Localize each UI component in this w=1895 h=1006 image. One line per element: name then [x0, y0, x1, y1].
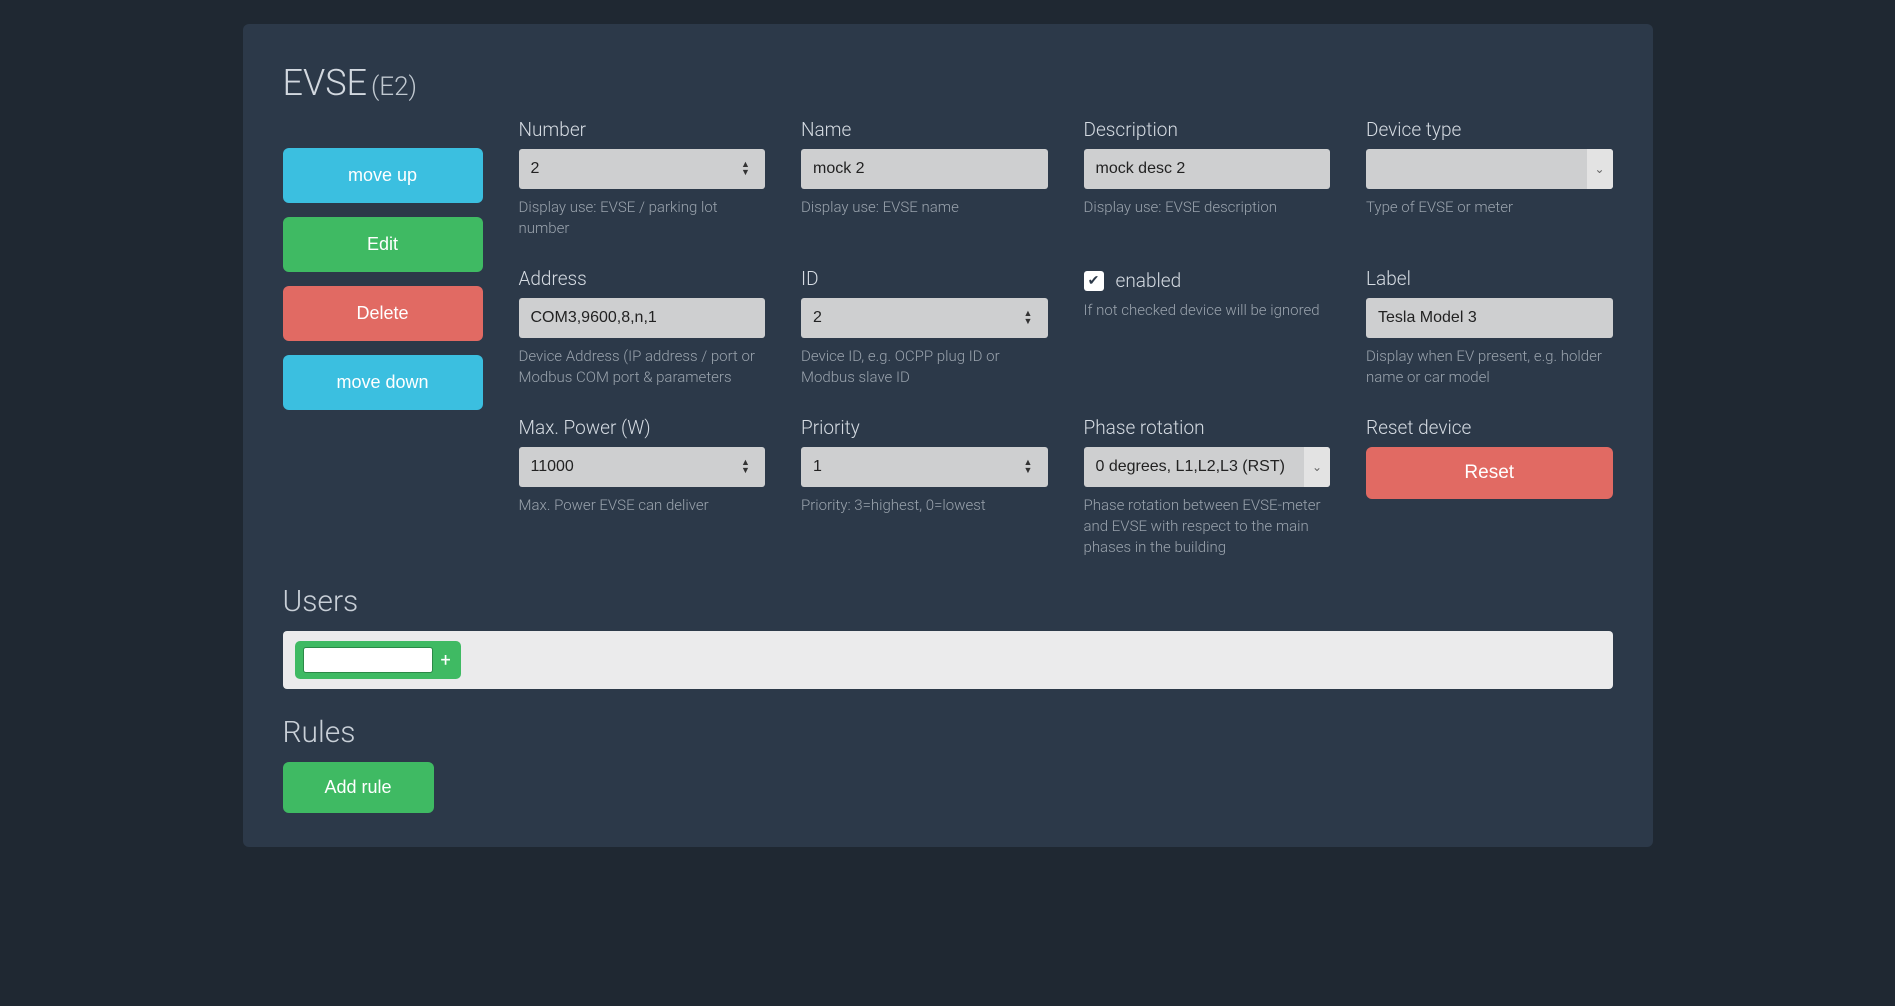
evse-config-card: EVSE (E2) move up Edit Delete move down …	[243, 24, 1653, 847]
side-action-column: move up Edit Delete move down	[283, 118, 483, 558]
enabled-label: enabled	[1116, 269, 1182, 292]
description-help: Display use: EVSE description	[1084, 197, 1331, 218]
number-help: Display use: EVSE / parking lot number	[519, 197, 766, 239]
field-name: Name Display use: EVSE name	[801, 118, 1048, 239]
add-user-chip: +	[295, 641, 461, 679]
reset-label: Reset device	[1366, 416, 1613, 439]
field-label: Label Display when EV present, e.g. hold…	[1366, 267, 1613, 388]
users-heading: Users	[283, 584, 1613, 619]
priority-input[interactable]	[801, 447, 1048, 487]
label-f-help: Display when EV present, e.g. holder nam…	[1366, 346, 1613, 388]
phase-rotation-select[interactable]	[1084, 447, 1331, 487]
address-label: Address	[519, 267, 766, 290]
device-type-label: Device type	[1366, 118, 1613, 141]
address-help: Device Address (IP address / port or Mod…	[519, 346, 766, 388]
reset-button[interactable]: Reset	[1366, 447, 1613, 499]
field-id: ID ▲▼ Device ID, e.g. OCPP plug ID or Mo…	[801, 267, 1048, 388]
number-label: Number	[519, 118, 766, 141]
phase-help: Phase rotation between EVSE-meter and EV…	[1084, 495, 1331, 558]
field-reset-device: Reset device Reset	[1366, 416, 1613, 558]
users-bar: +	[283, 631, 1613, 689]
rules-heading: Rules	[283, 715, 1613, 750]
max-power-help: Max. Power EVSE can deliver	[519, 495, 766, 516]
field-enabled: ✔ enabled If not checked device will be …	[1084, 267, 1331, 388]
field-phase-rotation: Phase rotation ⌄ Phase rotation between …	[1084, 416, 1331, 558]
field-priority: Priority ▲▼ Priority: 3=highest, 0=lowes…	[801, 416, 1048, 558]
max-power-label: Max. Power (W)	[519, 416, 766, 439]
max-power-input[interactable]	[519, 447, 766, 487]
add-rule-button[interactable]: Add rule	[283, 762, 434, 813]
id-help: Device ID, e.g. OCPP plug ID or Modbus s…	[801, 346, 1048, 388]
device-type-help: Type of EVSE or meter	[1366, 197, 1613, 218]
name-label: Name	[801, 118, 1048, 141]
field-device-type: Device type ⌄ Type of EVSE or meter	[1366, 118, 1613, 239]
field-max-power: Max. Power (W) ▲▼ Max. Power EVSE can de…	[519, 416, 766, 558]
label-input[interactable]	[1366, 298, 1613, 338]
check-icon: ✔	[1088, 273, 1100, 289]
description-label: Description	[1084, 118, 1331, 141]
page-title: EVSE (E2)	[283, 62, 1613, 104]
id-input[interactable]	[801, 298, 1048, 338]
enabled-checkbox[interactable]: ✔	[1084, 271, 1104, 291]
add-user-input[interactable]	[303, 647, 433, 673]
address-input[interactable]	[519, 298, 766, 338]
edit-button[interactable]: Edit	[283, 217, 483, 272]
field-description: Description Display use: EVSE descriptio…	[1084, 118, 1331, 239]
plus-icon[interactable]: +	[439, 650, 453, 671]
move-up-button[interactable]: move up	[283, 148, 483, 203]
enabled-help: If not checked device will be ignored	[1084, 300, 1331, 321]
priority-label: Priority	[801, 416, 1048, 439]
move-down-button[interactable]: move down	[283, 355, 483, 410]
fields-grid: Number ▲▼ Display use: EVSE / parking lo…	[519, 118, 1613, 558]
phase-label: Phase rotation	[1084, 416, 1331, 439]
name-input[interactable]	[801, 149, 1048, 189]
title-main: EVSE	[283, 62, 368, 104]
title-sub: (E2)	[371, 72, 417, 102]
description-input[interactable]	[1084, 149, 1331, 189]
name-help: Display use: EVSE name	[801, 197, 1048, 218]
label-f-label: Label	[1366, 267, 1613, 290]
device-type-select[interactable]	[1366, 149, 1613, 189]
number-input[interactable]	[519, 149, 766, 189]
priority-help: Priority: 3=highest, 0=lowest	[801, 495, 1048, 516]
field-number: Number ▲▼ Display use: EVSE / parking lo…	[519, 118, 766, 239]
id-label: ID	[801, 267, 1048, 290]
delete-button[interactable]: Delete	[283, 286, 483, 341]
field-address: Address Device Address (IP address / por…	[519, 267, 766, 388]
